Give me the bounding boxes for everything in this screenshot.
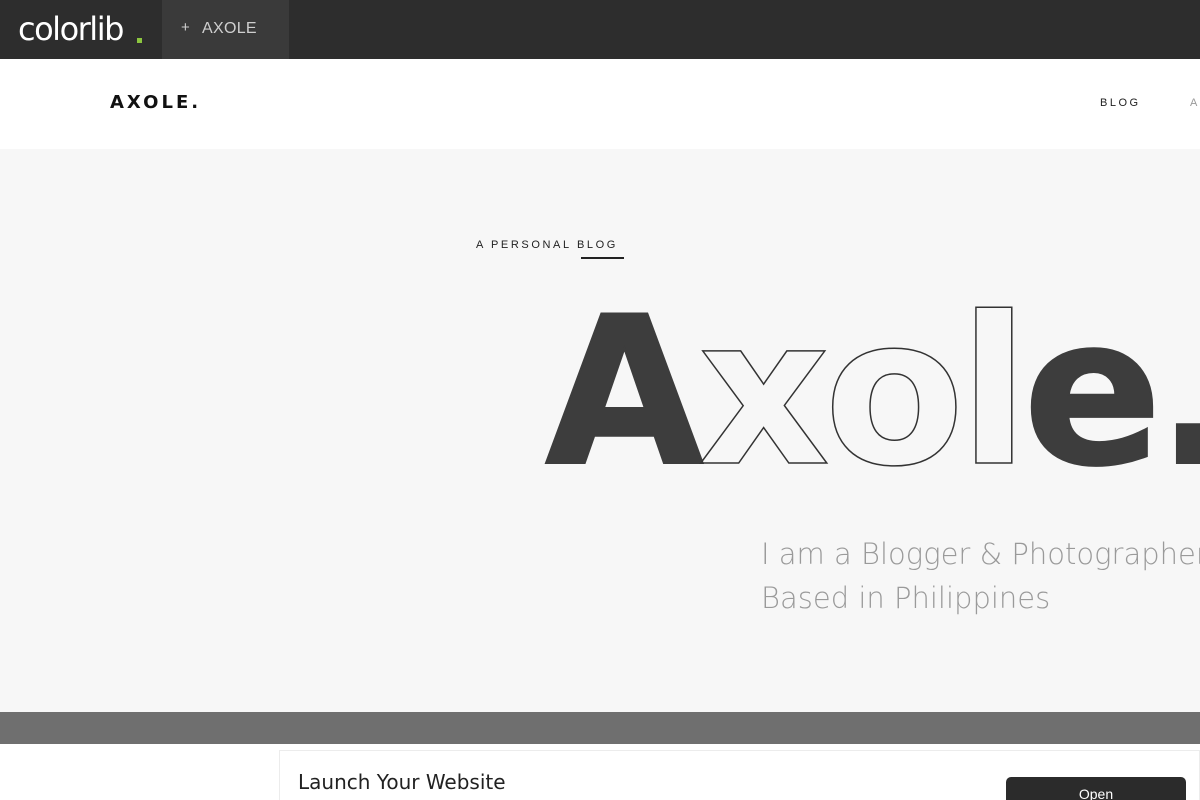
hero-title-part-a: A bbox=[545, 274, 703, 512]
tagline-line-2: Based in Philippines bbox=[761, 581, 1051, 615]
ad-title: Launch Your Website bbox=[298, 770, 506, 794]
colorlib-logo[interactable]: colorlib bbox=[0, 0, 162, 59]
ad-banner: Launch Your Website Open bbox=[279, 750, 1200, 800]
hero-title-text: Axole. bbox=[545, 274, 1200, 512]
section-divider-band bbox=[0, 712, 1200, 744]
hero-title-part-end: e. bbox=[1023, 274, 1200, 512]
nav-item-about[interactable]: A bbox=[1190, 97, 1200, 109]
hero-section: A PERSONAL BLOG Axole. I am a Blogger & … bbox=[0, 149, 1200, 712]
hero-title: Axole. bbox=[544, 273, 1200, 513]
nav-item-blog[interactable]: BLOG bbox=[1100, 97, 1141, 109]
site-brand[interactable]: AXOLE. bbox=[110, 92, 201, 113]
demo-toolbar: colorlib + AXOLE bbox=[0, 0, 1200, 59]
plus-icon: + bbox=[181, 19, 190, 36]
hero-tagline: I am a Blogger & Photographer Based in P… bbox=[761, 532, 1200, 620]
logo-text: colorlib bbox=[18, 10, 124, 48]
demo-tab-label: AXOLE bbox=[202, 20, 257, 37]
hero-title-part-xol: xol bbox=[698, 274, 1023, 512]
logo-dot bbox=[137, 38, 142, 43]
site-header: AXOLE. BLOG A bbox=[0, 59, 1200, 149]
demo-tab-axole[interactable]: + AXOLE bbox=[162, 0, 289, 59]
ad-open-button[interactable]: Open bbox=[1006, 777, 1186, 800]
tagline-line-1: I am a Blogger & Photographer bbox=[761, 537, 1200, 571]
